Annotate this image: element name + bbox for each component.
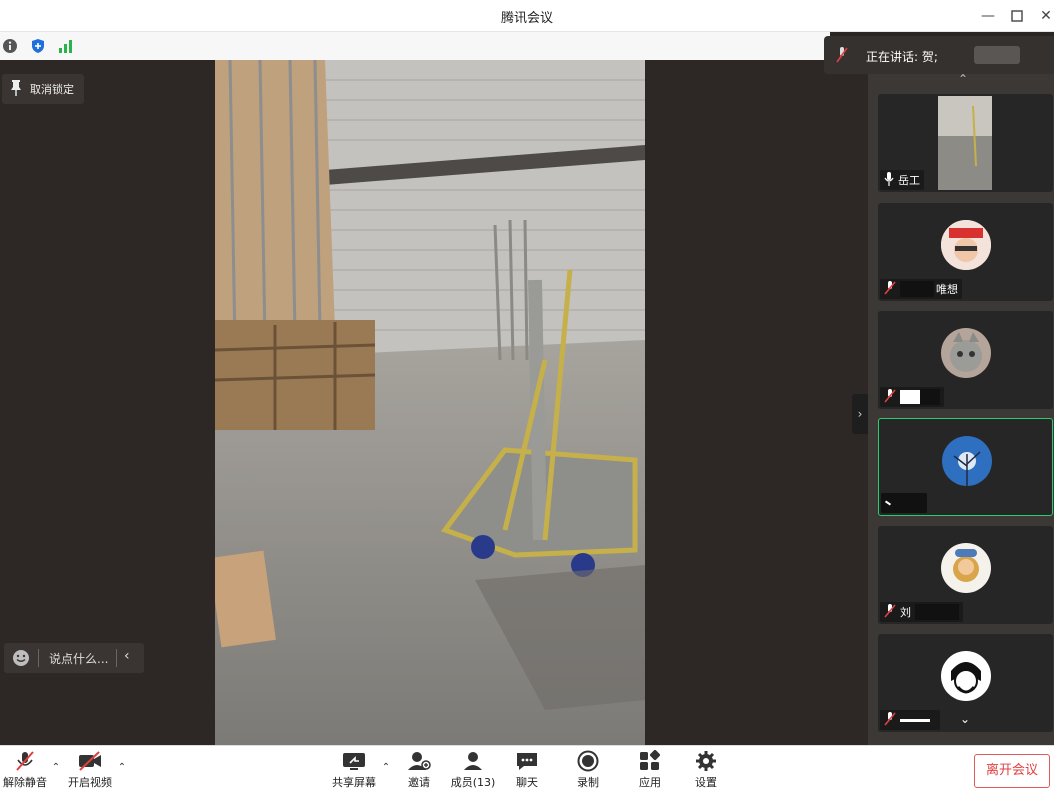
start-video-button[interactable]: 开启视频 (66, 750, 114, 790)
invite-button[interactable]: 邀请 (402, 750, 436, 790)
members-label: 成员(13) (450, 776, 496, 789)
chevron-right-icon: › (857, 407, 863, 421)
participant-tile[interactable]: 刘 (878, 526, 1053, 624)
maximize-button[interactable] (1007, 6, 1027, 26)
chevron-up-icon[interactable]: ⌃ (50, 762, 62, 774)
video-thumbnail (938, 96, 992, 190)
participant-tile[interactable]: 唯想 (878, 203, 1053, 301)
redacted-name (974, 46, 1020, 64)
scroll-up-icon[interactable]: ⌃ (958, 72, 968, 86)
mic-muted-icon (884, 388, 896, 406)
participant-namebar (880, 387, 944, 407)
gear-icon (696, 751, 716, 771)
redacted-name (884, 500, 892, 506)
redacted-name (915, 604, 959, 620)
window-title: 腾讯会议 (500, 11, 553, 26)
chevron-up-icon[interactable]: ⌃ (380, 762, 392, 774)
unlock-pin-button[interactable]: 取消锁定 (2, 74, 84, 104)
chat-divider-right (116, 649, 117, 667)
participant-tile[interactable] (878, 311, 1053, 409)
pin-icon (10, 79, 22, 99)
participant-namebar: 刘 (880, 602, 963, 622)
record-label: 录制 (577, 776, 599, 789)
speaking-banner: 正在讲话: 贺; (824, 36, 1054, 74)
chat-icon (517, 753, 537, 770)
participant-panel: ⌃ 岳工 唯想 刘 ⌄ (868, 60, 1054, 745)
participant-name: 刘 (900, 606, 911, 619)
quick-chat-box[interactable]: 说点什么... ‹ (4, 643, 144, 673)
scroll-down-icon[interactable]: ⌄ (960, 712, 970, 726)
avatar (941, 543, 991, 593)
close-button[interactable]: ✕ (1036, 6, 1054, 26)
mic-muted-icon (836, 47, 848, 66)
info-icon[interactable] (2, 38, 18, 54)
record-button[interactable]: 录制 (574, 750, 602, 790)
camera-off-icon (79, 751, 101, 771)
video-label: 开启视频 (68, 776, 112, 789)
share-label: 共享屏幕 (332, 776, 376, 789)
invite-icon (408, 752, 431, 770)
redacted-name (900, 281, 934, 297)
apps-label: 应用 (639, 776, 661, 789)
participant-namebar (881, 493, 927, 513)
participant-name: 岳工 (898, 174, 920, 187)
shield-icon[interactable] (30, 38, 46, 54)
mic-icon (884, 171, 894, 189)
members-button[interactable]: 成员(13) (450, 750, 496, 790)
mic-muted-icon (16, 751, 34, 771)
emoji-icon[interactable] (12, 649, 30, 670)
speaking-label: 正在讲话: 贺; (866, 50, 938, 64)
mic-muted-icon (884, 280, 896, 298)
redacted-name (900, 718, 930, 722)
unlock-label: 取消锁定 (30, 83, 74, 96)
shared-video-feed (215, 60, 645, 745)
mic-muted-icon (884, 603, 896, 621)
apps-button[interactable]: 应用 (636, 750, 664, 790)
apps-icon (640, 750, 661, 770)
record-icon (577, 750, 599, 772)
invite-label: 邀请 (408, 776, 430, 789)
mic-muted-icon (884, 711, 896, 729)
unmute-button[interactable]: 解除静音 (2, 750, 48, 790)
chevron-up-icon[interactable]: ⌃ (116, 762, 128, 774)
participant-namebar: 唯想 (880, 279, 962, 299)
minimize-button[interactable]: — (978, 6, 998, 26)
share-screen-button[interactable]: 共享屏幕 (330, 750, 378, 790)
title-bar: 腾讯会议 — ✕ (0, 0, 1054, 32)
avatar (941, 651, 991, 701)
chevron-left-icon[interactable]: ‹ (124, 648, 130, 664)
chat-placeholder[interactable]: 说点什么... (49, 650, 108, 667)
participant-namebar (880, 710, 940, 730)
participant-name: 唯想 (936, 283, 958, 296)
meeting-window: 腾讯会议 — ✕ 取消锁定 说点什么... ‹ › ⌃ 岳工 唯想 刘 ⌄ 正在… (0, 0, 1054, 795)
members-icon (464, 752, 482, 770)
participant-namebar: 岳工 (880, 170, 924, 190)
signal-icon[interactable] (58, 38, 74, 54)
settings-button[interactable]: 设置 (692, 750, 720, 790)
bottom-toolbar: 解除静音 ⌃ 开启视频 ⌃ 共享屏幕 ⌃ 邀请 成员(13) 聊天 录制 应用 … (0, 745, 1054, 795)
settings-label: 设置 (695, 776, 717, 789)
participant-tile[interactable]: 岳工 (878, 94, 1053, 192)
participant-tile[interactable]: ⌄ (878, 634, 1053, 732)
chat-divider (38, 649, 39, 667)
share-screen-icon (343, 753, 365, 770)
status-bar (0, 32, 830, 60)
avatar (941, 220, 991, 270)
main-stage: 取消锁定 说点什么... ‹ (0, 60, 868, 745)
unmute-label: 解除静音 (3, 776, 47, 789)
participant-tile-active[interactable] (878, 418, 1053, 516)
redacted-name (900, 390, 920, 404)
chat-label: 聊天 (516, 776, 538, 789)
collapse-panel-button[interactable]: › (852, 394, 868, 434)
avatar (942, 436, 992, 486)
leave-meeting-button[interactable]: 离开会议 (974, 754, 1050, 788)
avatar (941, 328, 991, 378)
redacted-name (920, 389, 940, 405)
chat-button[interactable]: 聊天 (512, 750, 542, 790)
